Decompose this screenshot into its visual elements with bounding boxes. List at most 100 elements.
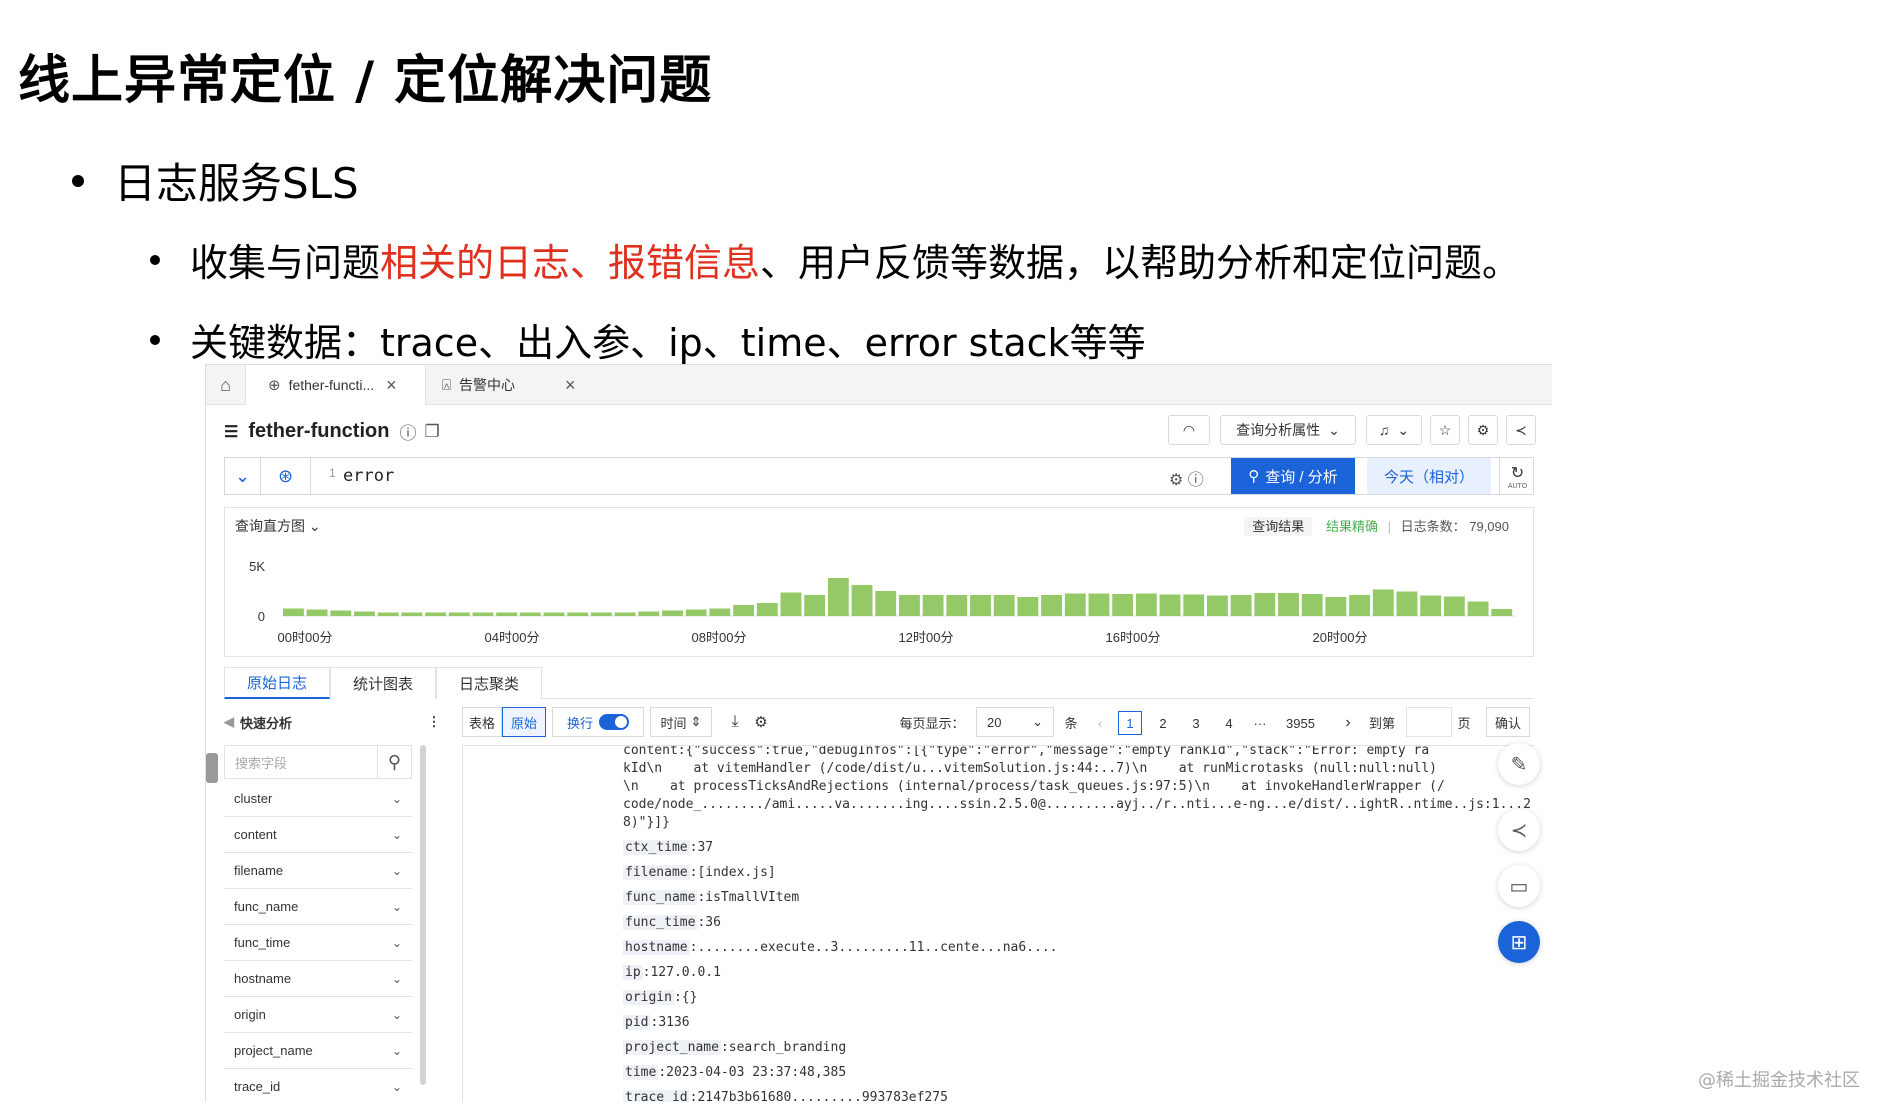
log-field-key[interactable]: hostname (623, 940, 690, 955)
collapse-icon[interactable]: ◀ (224, 714, 234, 730)
page-1[interactable]: 1 (1118, 711, 1142, 735)
histogram-bar[interactable] (1443, 596, 1465, 617)
per-page-select[interactable]: 20 ⌄ (976, 707, 1054, 737)
histogram-bar[interactable] (377, 612, 399, 617)
log-field-value[interactable]: 2023-04-03 23:37:48,385 (666, 1065, 846, 1080)
histogram-bar[interactable] (425, 612, 447, 617)
home-icon[interactable]: ⌂ (206, 365, 246, 405)
share-icon[interactable]: ≺ (1498, 809, 1540, 851)
time-sort-button[interactable]: 时间 ⇕ (650, 707, 712, 737)
edit-icon[interactable]: ✎ (1498, 743, 1540, 785)
comment-icon[interactable]: ▭ (1498, 865, 1540, 907)
histogram-title[interactable]: 查询直方图 ⌄ (235, 516, 321, 536)
histogram-bar[interactable] (827, 578, 849, 616)
confirm-button[interactable]: 确认 (1486, 707, 1530, 737)
log-field-key[interactable]: project_name (623, 1040, 721, 1055)
page-4[interactable]: 4 (1217, 711, 1241, 735)
histogram-bar[interactable] (1088, 593, 1110, 617)
field-item-project-name[interactable]: project_name ⌄ (224, 1033, 412, 1069)
next-page-icon[interactable]: › (1336, 711, 1360, 735)
star-icon[interactable]: ☆ (1430, 415, 1460, 445)
log-field-value[interactable]: 36 (705, 915, 721, 930)
histogram-bar[interactable] (662, 610, 683, 617)
field-search-input[interactable]: 搜索字段 ⚲ (224, 745, 412, 779)
histogram-bar[interactable] (756, 603, 778, 616)
histogram-bar[interactable] (1041, 595, 1063, 616)
log-field-value[interactable]: 127.0.0.1 (650, 965, 720, 980)
log-field-key[interactable]: ip (623, 965, 643, 980)
field-item-filename[interactable]: filename ⌄ (224, 853, 412, 889)
histogram-bar[interactable] (448, 612, 470, 617)
log-field-value[interactable]: 37 (697, 840, 713, 855)
log-field-value[interactable]: 3136 (658, 1015, 689, 1030)
download-icon[interactable]: ⤓ (724, 707, 746, 737)
histogram-bar[interactable] (306, 609, 328, 617)
histogram-bar[interactable] (1396, 591, 1418, 617)
field-item-hostname[interactable]: hostname ⌄ (224, 961, 412, 997)
refresh-button[interactable]: ↻ AUTO (1499, 458, 1535, 494)
time-range-button[interactable]: 今天（相对） (1367, 458, 1491, 494)
tab-alarm-center[interactable]: ⍓ 告警中心 × (442, 365, 602, 405)
field-item-content[interactable]: content ⌄ (224, 817, 412, 853)
histogram-bar[interactable] (1349, 595, 1371, 616)
histogram-bar[interactable] (1183, 594, 1205, 617)
histogram-bar[interactable] (922, 595, 944, 616)
histogram-bar[interactable] (1207, 595, 1228, 617)
copy-icon[interactable]: ❐ (424, 422, 439, 442)
log-field-value[interactable]: {} (682, 990, 698, 1005)
histogram-bar[interactable] (472, 612, 494, 617)
view-table-button[interactable]: 表格 (462, 707, 502, 737)
gear-icon[interactable]: ⚙ (750, 707, 772, 737)
query-submit-button[interactable]: ⚲ 查询 / 分析 (1231, 458, 1355, 494)
view-raw-button[interactable]: 原始 (502, 707, 546, 737)
log-field-value[interactable]: 2147b3b61680.........993783ef275 (697, 1090, 947, 1102)
histogram-bar[interactable] (875, 591, 897, 616)
wrap-toggle[interactable]: 换行 (552, 707, 644, 737)
analysis-attr-dropdown[interactable]: 查询分析属性 ⌄ (1220, 415, 1356, 445)
apps-icon[interactable]: ⊞ (1498, 921, 1540, 963)
gauge-icon[interactable]: ◠ (1168, 415, 1210, 445)
histogram-bar[interactable] (496, 612, 518, 617)
histogram-bar[interactable] (804, 595, 826, 616)
query-settings-icon[interactable]: ⚙ ⓘ (1169, 466, 1204, 490)
log-field-key[interactable]: origin (623, 990, 674, 1005)
histogram-bar[interactable] (543, 612, 565, 617)
log-field-key[interactable]: func_time (623, 915, 698, 930)
histogram-bar[interactable] (1159, 594, 1181, 617)
histogram-bar[interactable] (851, 585, 873, 616)
sidebar-handle[interactable] (206, 753, 218, 783)
tab-log-clustering[interactable]: 日志聚类 (436, 667, 542, 699)
histogram-bar[interactable] (591, 612, 612, 617)
log-field-value[interactable]: ........execute..3.........11..cente...n… (697, 940, 1057, 955)
histogram-bar[interactable] (519, 612, 541, 617)
field-item-func-time[interactable]: func_time ⌄ (224, 925, 412, 961)
field-item-cluster[interactable]: cluster ⌄ (224, 781, 412, 817)
histogram-bar[interactable] (638, 611, 660, 617)
page-2[interactable]: 2 (1151, 711, 1175, 735)
log-field-value[interactable]: isTmallVItem (705, 890, 799, 905)
histogram-bar[interactable] (899, 595, 920, 616)
page-3[interactable]: 3 (1184, 711, 1208, 735)
prev-page-icon[interactable]: ‹ (1088, 711, 1112, 735)
histogram-bar[interactable] (1301, 594, 1323, 616)
tab-fether-function[interactable]: ⊕ fether-functi... × (246, 365, 426, 405)
more-icon[interactable]: ⋮ (428, 707, 441, 737)
histogram-bar[interactable] (330, 610, 352, 617)
sidebar-scrollbar[interactable] (420, 745, 426, 1085)
log-field-value[interactable]: [index.js] (697, 865, 775, 880)
gear-icon[interactable]: ⚙ (1468, 415, 1498, 445)
goto-page-input[interactable] (1406, 707, 1452, 737)
histogram-bar[interactable] (1017, 597, 1039, 616)
histogram-bar[interactable] (1064, 593, 1086, 617)
histogram-bar[interactable] (1372, 589, 1394, 617)
histogram-bar[interactable] (283, 608, 304, 617)
histogram-bar[interactable] (1135, 593, 1157, 617)
query-history-icon[interactable]: ⊛ (261, 458, 311, 494)
histogram-bar[interactable] (1230, 595, 1252, 616)
tab-charts[interactable]: 统计图表 (330, 667, 436, 699)
histogram-bar[interactable] (946, 595, 968, 616)
histogram-bar[interactable] (401, 612, 423, 617)
field-item-origin[interactable]: origin ⌄ (224, 997, 412, 1033)
page-ellipsis[interactable]: ··· (1248, 711, 1272, 735)
log-field-key[interactable]: func_name (623, 890, 698, 905)
